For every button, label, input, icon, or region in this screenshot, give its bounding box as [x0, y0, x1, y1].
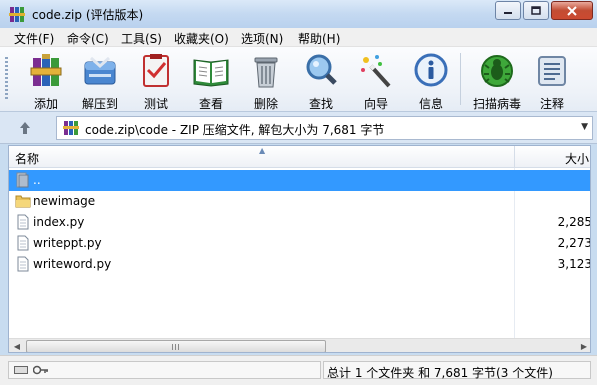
- test-icon: [143, 54, 169, 87]
- comment-label: 注释: [539, 97, 564, 111]
- wizard-wand-icon: [361, 55, 391, 88]
- test-button[interactable]: 测试: [134, 50, 178, 111]
- extract-to-button[interactable]: 解压到: [78, 50, 122, 111]
- list-item-file[interactable]: index.py 2,285: [9, 212, 591, 233]
- archive-icon: [63, 121, 79, 135]
- winrar-app-icon: [9, 7, 25, 22]
- info-icon: [414, 53, 448, 87]
- status-bar: 总计 1 个文件夹 和 7,681 字节(3 个文件): [0, 355, 597, 385]
- info-label: 信息: [418, 97, 443, 111]
- menu-help[interactable]: 帮助(H): [298, 30, 340, 47]
- delete-label: 删除: [253, 97, 278, 111]
- maximize-button[interactable]: [523, 1, 549, 20]
- add-button[interactable]: 添加: [24, 50, 68, 111]
- extract-to-label: 解压到: [81, 97, 118, 111]
- file-list: 名称 ▲ 大小 .. newimage index.py 2,285 write…: [8, 145, 591, 353]
- menu-tools[interactable]: 工具(S): [121, 30, 162, 47]
- column-header-size[interactable]: 大小: [565, 150, 589, 167]
- file-icon: [17, 214, 29, 230]
- scroll-right-icon[interactable]: ▶: [576, 339, 590, 352]
- test-label: 测试: [143, 97, 168, 111]
- key-icon: [33, 365, 48, 375]
- find-label: 查找: [308, 97, 333, 111]
- menu-bar: 文件(F) 命令(C) 工具(S) 收藏夹(O) 选项(N) 帮助(H): [0, 28, 597, 47]
- drive-icon: [14, 366, 28, 374]
- menu-options[interactable]: 选项(N): [241, 30, 283, 47]
- address-dropdown-icon[interactable]: ▼: [581, 122, 588, 132]
- sort-ascending-icon: ▲: [259, 146, 266, 155]
- view-book-icon: [193, 59, 229, 87]
- folder-icon: [15, 195, 31, 208]
- list-item-file[interactable]: writeword.py 3,123: [9, 254, 591, 275]
- file-icon: [17, 235, 29, 251]
- horizontal-scrollbar[interactable]: ◀ ▶: [9, 338, 590, 352]
- comment-icon: [538, 56, 566, 86]
- list-item-file[interactable]: writeppt.py 2,273: [9, 233, 591, 254]
- column-header-name[interactable]: 名称: [15, 150, 39, 167]
- list-item-folder[interactable]: newimage: [9, 191, 590, 212]
- status-right-pane: 总计 1 个文件夹 和 7,681 字节(3 个文件): [323, 361, 591, 380]
- toolbar-separator: [460, 53, 461, 105]
- close-button[interactable]: [551, 1, 593, 20]
- minimize-icon: [504, 11, 512, 14]
- virus-scan-icon: [481, 55, 513, 87]
- extract-to-icon: [84, 56, 116, 85]
- delete-button[interactable]: 删除: [244, 50, 288, 111]
- parent-folder-icon: [16, 172, 29, 188]
- add-label: 添加: [33, 97, 58, 111]
- wizard-label: 向导: [363, 97, 388, 111]
- window-title: code.zip (评估版本): [32, 8, 144, 22]
- info-button[interactable]: 信息: [409, 50, 453, 111]
- address-bar: code.zip\code - ZIP 压缩文件, 解包大小为 7,681 字节…: [0, 112, 597, 144]
- menu-file[interactable]: 文件(F): [14, 30, 54, 47]
- list-item-name: ..: [33, 173, 41, 187]
- magnifier-icon: [306, 54, 337, 85]
- toolbar-grip[interactable]: [5, 57, 8, 101]
- comment-button[interactable]: 注释: [530, 50, 574, 111]
- up-folder-button[interactable]: [14, 117, 36, 139]
- up-arrow-icon: [20, 122, 30, 134]
- title-bar: code.zip (评估版本): [0, 0, 597, 28]
- trash-icon: [254, 57, 278, 88]
- wizard-button[interactable]: 向导: [354, 50, 398, 111]
- add-archive-icon: [30, 54, 62, 86]
- window-controls: [493, 1, 593, 21]
- menu-favorites[interactable]: 收藏夹(O): [174, 30, 229, 47]
- find-button[interactable]: 查找: [299, 50, 343, 111]
- status-text: 总计 1 个文件夹 和 7,681 字节(3 个文件): [327, 366, 553, 380]
- scroll-left-icon[interactable]: ◀: [9, 339, 25, 352]
- list-header: 名称 ▲ 大小: [9, 146, 590, 168]
- status-left-pane: [8, 361, 321, 379]
- column-divider[interactable]: [514, 146, 515, 168]
- scan-virus-button[interactable]: 扫描病毒: [470, 50, 524, 111]
- maximize-icon: [531, 6, 541, 15]
- file-icon: [17, 256, 29, 272]
- list-item-size: 3,123: [557, 257, 591, 271]
- view-label: 查看: [198, 97, 223, 111]
- scrollbar-thumb[interactable]: [26, 340, 326, 352]
- address-path: code.zip\code - ZIP 压缩文件, 解包大小为 7,681 字节: [85, 123, 385, 137]
- list-item-name: writeppt.py: [33, 236, 102, 250]
- list-item-size: 2,285: [557, 215, 591, 229]
- address-field[interactable]: code.zip\code - ZIP 压缩文件, 解包大小为 7,681 字节…: [56, 116, 593, 140]
- menu-commands[interactable]: 命令(C): [67, 30, 109, 47]
- view-button[interactable]: 查看: [189, 50, 233, 111]
- list-item-name: writeword.py: [33, 257, 112, 271]
- list-item-parent[interactable]: ..: [9, 170, 590, 191]
- minimize-button[interactable]: [495, 1, 521, 20]
- close-icon: [567, 5, 577, 16]
- list-item-size: 2,273: [557, 236, 591, 250]
- toolbar: 添加 解压到 测试 查看 删除 查找 向导 信息 扫描病毒 注释: [0, 47, 597, 112]
- thumb-grip: [172, 344, 180, 350]
- list-item-name: newimage: [33, 194, 96, 208]
- list-item-name: index.py: [33, 215, 85, 229]
- scan-virus-label: 扫描病毒: [472, 97, 521, 111]
